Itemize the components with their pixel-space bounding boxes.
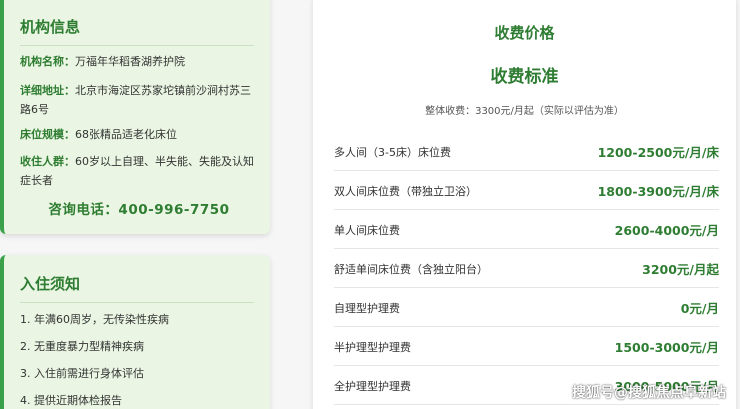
info-row-beds: 床位规模：68张精品适老化床位 [20, 125, 260, 144]
price-row: 舒适单间床位费（含独立阳台） 3200元/月起 [334, 249, 719, 288]
price-item-value: 1200-2500元/月/床 [597, 145, 719, 160]
page: 机构信息 机构名称：万福年华稻香湖养护院 详细地址：北京市海淀区苏家坨镇前沙涧村… [0, 0, 740, 409]
price-item-name: 全护理型护理费 [334, 380, 411, 393]
institution-info-card: 机构信息 机构名称：万福年华稻香湖养护院 详细地址：北京市海淀区苏家坨镇前沙涧村… [0, 0, 270, 234]
price-row: 多人间（3-5床）床位费 1200-2500元/月/床 [334, 132, 719, 171]
price-item-name: 半护理型护理费 [334, 341, 411, 354]
info-label: 机构名称： [20, 55, 75, 68]
info-label: 详细地址： [20, 84, 75, 97]
pricing-note: 整体收费：3300元/月起（实际以评估为准） [425, 106, 624, 117]
price-item-value: 1500-3000元/月 [614, 340, 719, 355]
price-item-value: 0元/月 [680, 301, 719, 316]
admission-notice-title: 入住须知 [20, 273, 254, 303]
info-row-address: 详细地址：北京市海淀区苏家坨镇前沙涧村苏三路6号 [20, 81, 260, 119]
info-label: 收住人群： [20, 155, 75, 168]
price-item-name: 多人间（3-5床）床位费 [334, 146, 451, 159]
notice-item: 1. 年满60周岁，无传染性疾病 [20, 313, 169, 326]
watermark: 搜狐号@搜狐焦点阜新站 [572, 385, 726, 401]
price-row: 单人间床位费 2600-4000元/月 [334, 210, 719, 249]
info-value: 万福年华稻香湖养护院 [75, 55, 185, 68]
pricing-card: 收费价格 收费标准 整体收费：3300元/月起（实际以评估为准） 多人间（3-5… [313, 0, 736, 409]
price-item-value: 2600-4000元/月 [614, 223, 719, 238]
info-row-residents: 收住人群：60岁以上自理、半失能、失能及认知症长者 [20, 152, 260, 190]
admission-notice-card: 入住须知 1. 年满60周岁，无传染性疾病 2. 无重度暴力型精神疾病 3. 入… [0, 255, 270, 409]
price-row: 双人间床位费（带独立卫浴） 1800-3900元/月/床 [334, 171, 719, 210]
price-item-name: 单人间床位费 [334, 224, 400, 237]
notice-item: 4. 提供近期体检报告 [20, 394, 122, 407]
consult-phone[interactable]: 咨询电话：400-996-7750 [4, 198, 274, 218]
notice-item: 3. 入住前需进行身体评估 [20, 367, 144, 380]
notice-item: 2. 无重度暴力型精神疾病 [20, 340, 144, 353]
price-row: 自理型护理费 0元/月 [334, 288, 719, 327]
institution-info-title: 机构信息 [20, 16, 254, 46]
price-item-name: 自理型护理费 [334, 302, 400, 315]
price-item-value: 1800-3900元/月/床 [597, 184, 719, 199]
price-item-value: 3200元/月起 [642, 262, 719, 277]
price-item-name: 双人间床位费（带独立卫浴） [334, 185, 477, 198]
info-label: 床位规模： [20, 128, 75, 141]
price-item-name: 舒适单间床位费（含独立阳台） [334, 263, 488, 276]
pricing-title: 收费价格 [494, 24, 555, 42]
pricing-subtitle: 收费标准 [490, 67, 559, 87]
price-row: 半护理型护理费 1500-3000元/月 [334, 327, 719, 366]
info-row-name: 机构名称：万福年华稻香湖养护院 [20, 52, 260, 71]
info-value: 68张精品适老化床位 [75, 128, 177, 141]
